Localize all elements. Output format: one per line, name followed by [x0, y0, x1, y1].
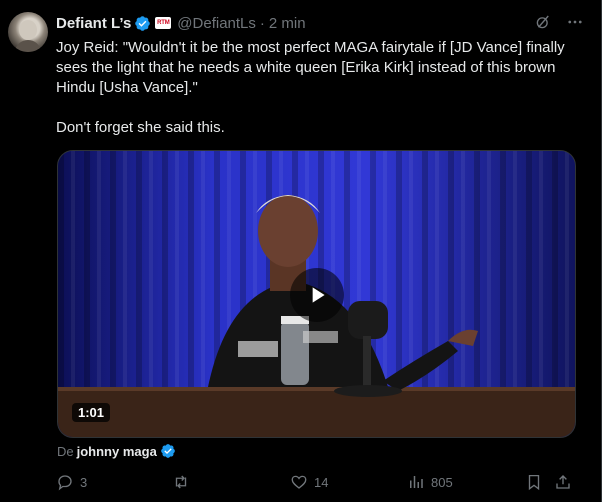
video-player[interactable]: 1:01: [57, 150, 576, 438]
affiliate-badge[interactable]: RTM: [155, 17, 172, 29]
separator-dot: ·: [259, 14, 265, 32]
views-button[interactable]: 805: [407, 473, 453, 491]
view-count: 805: [431, 474, 453, 490]
repost-button[interactable]: [172, 473, 196, 491]
reply-button[interactable]: 3: [56, 473, 87, 491]
avatar[interactable]: [8, 12, 48, 52]
repost-icon: [175, 475, 187, 489]
tweet-header: Defiant L’s RTM @DefiantLs · 2 min: [56, 13, 306, 33]
verified-badge-icon: [160, 444, 175, 458]
tweet-text-line: Don't forget she said this.: [56, 119, 225, 136]
tweet-actions: 3 14 805: [56, 473, 576, 493]
tweet-text: Joy Reid: "Wouldn't it be the most perfe…: [56, 38, 584, 138]
like-button[interactable]: 14: [290, 473, 328, 491]
author-handle[interactable]: @DefiantLs: [177, 15, 256, 32]
avatar-image: [14, 20, 42, 52]
header-icons: [534, 13, 584, 31]
views-icon: [410, 476, 423, 488]
source-prefix: De: [57, 443, 74, 459]
play-button[interactable]: [290, 268, 344, 322]
reply-icon: [58, 475, 72, 491]
like-icon: [291, 475, 307, 489]
more-icon[interactable]: [566, 13, 584, 31]
play-icon: [312, 287, 325, 303]
author-name[interactable]: Defiant L’s: [56, 15, 131, 32]
video-source-attribution: De johnny maga: [57, 443, 176, 459]
share-button[interactable]: [554, 473, 578, 491]
tweet-text-line: Joy Reid: "Wouldn't it be the most perfe…: [56, 39, 565, 96]
like-count: 14: [314, 474, 329, 490]
reply-count: 3: [80, 474, 88, 490]
bookmark-icon: [528, 474, 540, 491]
affiliate-badge-label: RTM: [157, 20, 170, 26]
video-duration: 1:01: [72, 403, 111, 422]
timestamp[interactable]: 2 min: [269, 15, 306, 32]
source-name[interactable]: johnny maga: [77, 444, 157, 459]
verified-badge-icon[interactable]: [134, 15, 151, 32]
share-icon: [556, 475, 570, 489]
grok-icon[interactable]: [534, 13, 552, 31]
bookmark-button[interactable]: [525, 473, 549, 491]
